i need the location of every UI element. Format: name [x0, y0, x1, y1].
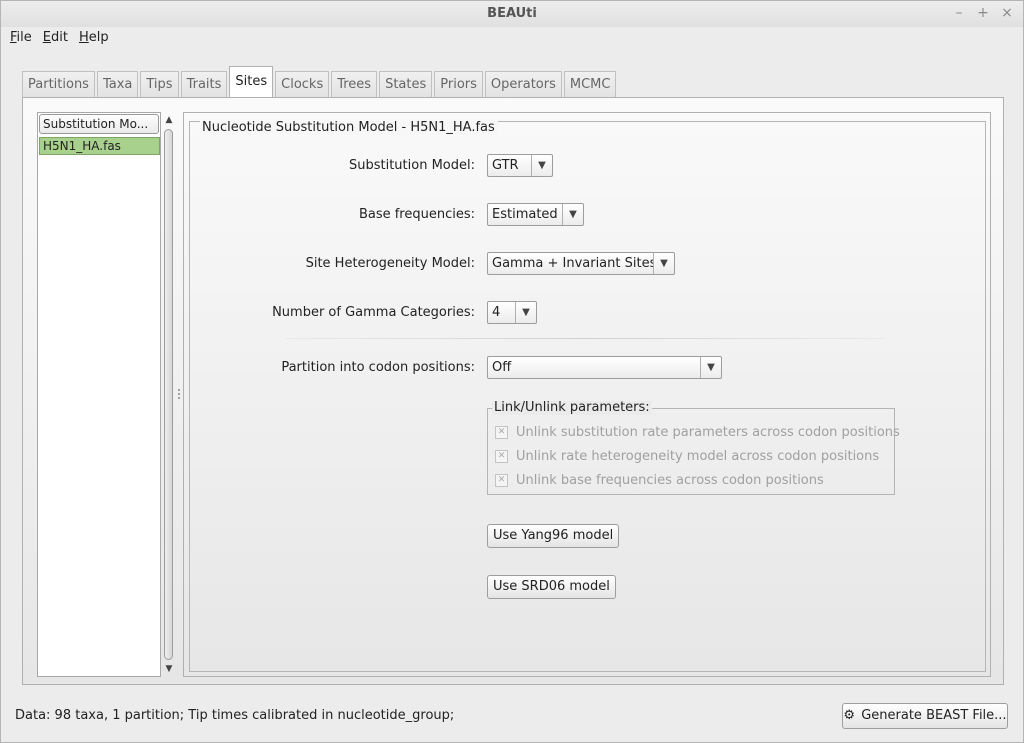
- unlink-heterogeneity-label: Unlink rate heterogeneity model across c…: [516, 448, 880, 464]
- checkbox-icon[interactable]: ✕: [495, 449, 508, 463]
- tab-partitions[interactable]: Partitions: [22, 71, 95, 98]
- partition-list-scrollbar[interactable]: ▲ ▼: [162, 112, 176, 677]
- unlink-substitution-option[interactable]: ✕ Unlink substitution rate parameters ac…: [495, 424, 900, 440]
- chevron-down-icon[interactable]: ▼: [653, 253, 674, 274]
- use-yang96-button[interactable]: Use Yang96 model: [487, 524, 620, 548]
- chevron-down-icon[interactable]: ▼: [562, 204, 583, 225]
- substitution-model-group: Nucleotide Substitution Model - H5N1_HA.…: [189, 121, 986, 672]
- partition-list-item[interactable]: H5N1_HA.fas: [39, 137, 160, 155]
- window-title: BEAUti: [487, 6, 537, 21]
- link-unlink-legend: Link/Unlink parameters:: [492, 400, 652, 415]
- unlink-substitution-label: Unlink substitution rate parameters acro…: [516, 424, 900, 440]
- unlink-frequencies-option[interactable]: ✕ Unlink base frequencies across codon p…: [495, 472, 824, 488]
- substitution-model-label: Substitution Model:: [348, 158, 475, 173]
- use-srd06-button[interactable]: Use SRD06 model: [487, 575, 616, 599]
- window-controls: – + ×: [953, 5, 1013, 21]
- chevron-down-icon[interactable]: ▼: [700, 357, 721, 378]
- minimize-button[interactable]: –: [953, 5, 965, 21]
- tab-bar: Partitions Taxa Tips Traits Sites Clocks…: [22, 66, 617, 98]
- site-heterogeneity-select[interactable]: Gamma + Invariant Sites ▼: [487, 252, 675, 275]
- gamma-categories-label: Number of Gamma Categories:: [272, 305, 475, 320]
- site-heterogeneity-label: Site Heterogeneity Model:: [305, 256, 475, 271]
- base-frequencies-select[interactable]: Estimated ▼: [487, 203, 584, 226]
- tab-priors[interactable]: Priors: [434, 71, 483, 98]
- checkbox-icon[interactable]: ✕: [495, 425, 508, 439]
- menu-help[interactable]: Help: [79, 30, 109, 45]
- partition-list-header[interactable]: Substitution Mo...: [39, 114, 159, 134]
- gamma-categories-value: 4: [492, 305, 501, 320]
- tab-trees[interactable]: Trees: [331, 71, 378, 98]
- tab-traits[interactable]: Traits: [180, 71, 228, 98]
- substitution-model-value: GTR: [492, 158, 519, 173]
- split-pane-handle[interactable]: [178, 388, 181, 400]
- tab-taxa[interactable]: Taxa: [96, 71, 139, 98]
- menu-edit[interactable]: Edit: [43, 30, 68, 45]
- tab-sites[interactable]: Sites: [229, 66, 274, 98]
- base-frequencies-value: Estimated: [492, 207, 558, 222]
- gear-icon: ⚙: [843, 708, 856, 723]
- scrollbar-thumb[interactable]: [164, 129, 173, 660]
- title-bar: BEAUti – + ×: [1, 1, 1023, 27]
- unlink-heterogeneity-option[interactable]: ✕ Unlink rate heterogeneity model across…: [495, 448, 879, 464]
- codon-partition-select[interactable]: Off ▼: [487, 356, 722, 379]
- section-divider: [286, 338, 884, 339]
- chevron-down-icon[interactable]: ▼: [515, 302, 536, 323]
- beauti-window: BEAUti – + × File Edit Help Partitions T…: [0, 0, 1024, 743]
- tab-mcmc[interactable]: MCMC: [563, 71, 617, 98]
- tab-operators[interactable]: Operators: [484, 71, 562, 98]
- base-frequencies-label: Base frequencies:: [358, 207, 475, 222]
- codon-partition-value: Off: [492, 360, 512, 375]
- sites-panel: Substitution Mo... H5N1_HA.fas ▲ ▼ Nucle…: [22, 97, 1004, 685]
- splitter-grip-icon: [178, 389, 180, 399]
- menu-bar: File Edit Help: [1, 27, 1023, 47]
- partition-list[interactable]: Substitution Mo... H5N1_HA.fas: [37, 112, 161, 677]
- tab-states[interactable]: States: [379, 71, 433, 98]
- link-unlink-group: Link/Unlink parameters: ✕ Unlink substit…: [487, 401, 900, 495]
- maximize-button[interactable]: +: [977, 5, 989, 21]
- generate-beast-file-label: Generate BEAST File...: [861, 708, 1007, 723]
- tab-tips[interactable]: Tips: [140, 71, 179, 98]
- generate-beast-file-button[interactable]: ⚙ Generate BEAST File...: [842, 703, 1008, 729]
- gamma-categories-select[interactable]: 4 ▼: [487, 301, 537, 324]
- tab-clocks[interactable]: Clocks: [275, 71, 330, 98]
- menu-file[interactable]: File: [10, 30, 32, 45]
- scroll-down-icon[interactable]: ▼: [163, 663, 175, 675]
- group-legend: Nucleotide Substitution Model - H5N1_HA.…: [200, 121, 498, 135]
- chevron-down-icon[interactable]: ▼: [531, 155, 552, 176]
- unlink-frequencies-label: Unlink base frequencies across codon pos…: [516, 472, 824, 488]
- site-heterogeneity-value: Gamma + Invariant Sites: [492, 256, 653, 271]
- scroll-up-icon[interactable]: ▲: [163, 114, 175, 126]
- model-panel: Nucleotide Substitution Model - H5N1_HA.…: [183, 112, 991, 677]
- status-text: Data: 98 taxa, 1 partition; Tip times ca…: [15, 708, 455, 723]
- close-button[interactable]: ×: [1001, 5, 1013, 21]
- codon-partition-label: Partition into codon positions:: [281, 360, 475, 375]
- checkbox-icon[interactable]: ✕: [495, 473, 508, 487]
- substitution-model-select[interactable]: GTR ▼: [487, 154, 553, 177]
